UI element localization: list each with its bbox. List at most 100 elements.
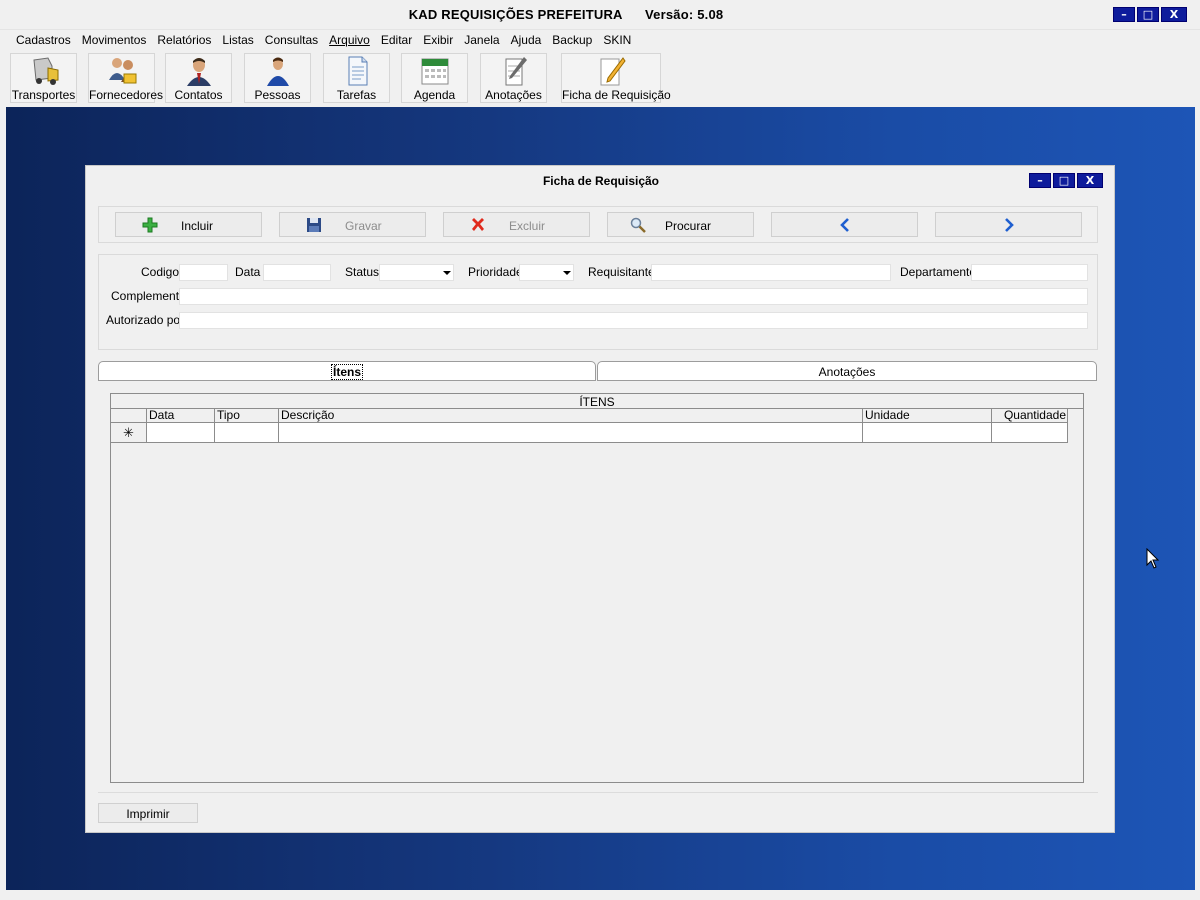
toolbar-label: Tarefas [336, 88, 377, 102]
cell-quantidade[interactable] [992, 423, 1068, 443]
plus-icon [142, 217, 158, 233]
itens-grid: ÍTENS Data Tipo Descrição Unidade Quanti… [110, 393, 1084, 783]
column-header-quantidade[interactable]: Quantidade [992, 409, 1068, 423]
imprimir-button[interactable]: Imprimir [98, 803, 198, 823]
truck-icon [32, 57, 58, 85]
toolbar-anotacoes-button[interactable]: Anotações [480, 53, 547, 103]
toolbar-contatos-button[interactable]: Contatos [165, 53, 232, 103]
app-title-bar: KAD REQUISIÇÕES PREFEITURA Versão: 5.08 … [0, 0, 1200, 30]
magnifier-icon [630, 217, 646, 233]
menu-ajuda[interactable]: Ajuda [505, 31, 547, 49]
tab-itens[interactable]: Ítens [98, 361, 596, 381]
cell-tipo[interactable] [215, 423, 279, 443]
menu-backup[interactable]: Backup [546, 31, 597, 49]
suppliers-icon [108, 58, 136, 84]
chevron-left-icon [840, 218, 849, 232]
data-input[interactable] [263, 264, 331, 281]
procurar-label: Procurar [665, 219, 712, 233]
status-select[interactable] [379, 264, 454, 281]
prioridade-select[interactable] [519, 264, 574, 281]
autorizado-input[interactable] [179, 312, 1088, 329]
new-row-indicator: ✳ [111, 423, 147, 443]
child-window-title: Ficha de Requisição [542, 174, 660, 188]
form-panel: Codigo Data Status Prioridade Requisitan… [98, 254, 1098, 350]
toolbar-transportes-button[interactable]: Transportes [10, 53, 77, 103]
app-maximize-button[interactable]: □ [1137, 7, 1159, 22]
toolbar-label: Fornecedores [89, 88, 164, 102]
menu-janela[interactable]: Janela [458, 31, 504, 49]
tab-anotacoes[interactable]: Anotações [597, 361, 1097, 381]
departamento-label: Departamento [900, 265, 977, 279]
document-icon [348, 56, 367, 86]
mouse-cursor-icon [1146, 548, 1160, 569]
status-label: Status [345, 265, 380, 279]
menu-movimentos[interactable]: Movimentos [76, 31, 152, 49]
tab-anotacoes-label: Anotações [818, 365, 876, 379]
incluir-label: Incluir [181, 219, 214, 233]
requisitante-input[interactable] [651, 264, 891, 281]
autorizado-label: Autorizado por [106, 313, 185, 327]
toolbar-label: Anotações [485, 88, 542, 102]
contact-person-icon [186, 58, 211, 86]
menu-cadastros[interactable]: Cadastros [10, 31, 76, 49]
child-minimize-button[interactable]: – [1029, 173, 1051, 188]
notepad-icon [505, 57, 527, 86]
menu-exibir[interactable]: Exibir [417, 31, 458, 49]
menu-arquivo[interactable]: Arquivo [323, 31, 375, 49]
status-strip [0, 890, 1200, 900]
next-record-button[interactable] [935, 212, 1082, 237]
previous-record-button[interactable] [771, 212, 918, 237]
divider [98, 792, 1098, 793]
menu-bar: Cadastros Movimentos Relatórios Listas C… [10, 31, 636, 49]
ficha-requisicao-window: Ficha de Requisição – □ X Incluir Gravar… [85, 165, 1115, 833]
person-icon [266, 57, 289, 86]
app-window-controls: – □ X [1113, 7, 1187, 22]
child-close-button[interactable]: X [1077, 173, 1103, 188]
child-window-controls: – □ X [1029, 173, 1103, 188]
cell-data[interactable] [147, 423, 215, 443]
column-header-tipo[interactable]: Tipo [215, 409, 279, 423]
toolbar-pessoas-button[interactable]: Pessoas [244, 53, 311, 103]
app-minimize-button[interactable]: – [1113, 7, 1135, 22]
menu-relatorios[interactable]: Relatórios [151, 31, 216, 49]
menu-skin[interactable]: SKIN [597, 31, 636, 49]
requisitante-label: Requisitante [588, 265, 655, 279]
chevron-down-icon [563, 271, 571, 275]
toolbar-label: Contatos [174, 88, 223, 102]
complemento-input[interactable] [179, 288, 1088, 305]
toolbar-label: Transportes [11, 88, 76, 102]
column-header-data[interactable]: Data [147, 409, 215, 423]
cell-unidade[interactable] [863, 423, 992, 443]
grid-row-header [111, 409, 147, 423]
toolbar-label: Pessoas [254, 88, 301, 102]
child-maximize-button[interactable]: □ [1053, 173, 1075, 188]
menu-consultas[interactable]: Consultas [259, 31, 323, 49]
grid-title: ÍTENS [111, 394, 1083, 409]
menu-editar[interactable]: Editar [375, 31, 417, 49]
codigo-label: Codigo [141, 265, 180, 279]
prioridade-label: Prioridade [468, 265, 523, 279]
menu-listas[interactable]: Listas [216, 31, 258, 49]
column-header-descricao[interactable]: Descrição [279, 409, 863, 423]
delete-x-icon [472, 218, 484, 231]
toolbar: Transportes Fornecedores Contatos Pessoa… [0, 50, 1200, 106]
toolbar-label: Agenda [413, 88, 456, 102]
departamento-input[interactable] [971, 264, 1088, 281]
toolbar-tarefas-button[interactable]: Tarefas [323, 53, 390, 103]
excluir-button[interactable]: Excluir [443, 212, 590, 237]
cell-descricao[interactable] [279, 423, 863, 443]
chevron-right-icon [1005, 218, 1014, 232]
toolbar-agenda-button[interactable]: Agenda [401, 53, 468, 103]
app-close-button[interactable]: X [1161, 7, 1187, 22]
complemento-label: Complemento [111, 289, 186, 303]
gravar-button[interactable]: Gravar [279, 212, 426, 237]
toolbar-ficha-requisicao-button[interactable]: Ficha de Requisição [561, 53, 671, 103]
excluir-label: Excluir [509, 219, 546, 233]
toolbar-fornecedores-button[interactable]: Fornecedores [88, 53, 164, 103]
codigo-input[interactable] [179, 264, 228, 281]
incluir-button[interactable]: Incluir [115, 212, 262, 237]
column-header-unidade[interactable]: Unidade [863, 409, 992, 423]
actions-panel: Incluir Gravar Excluir Procurar [98, 206, 1098, 243]
procurar-button[interactable]: Procurar [607, 212, 754, 237]
gravar-label: Gravar [345, 219, 382, 233]
